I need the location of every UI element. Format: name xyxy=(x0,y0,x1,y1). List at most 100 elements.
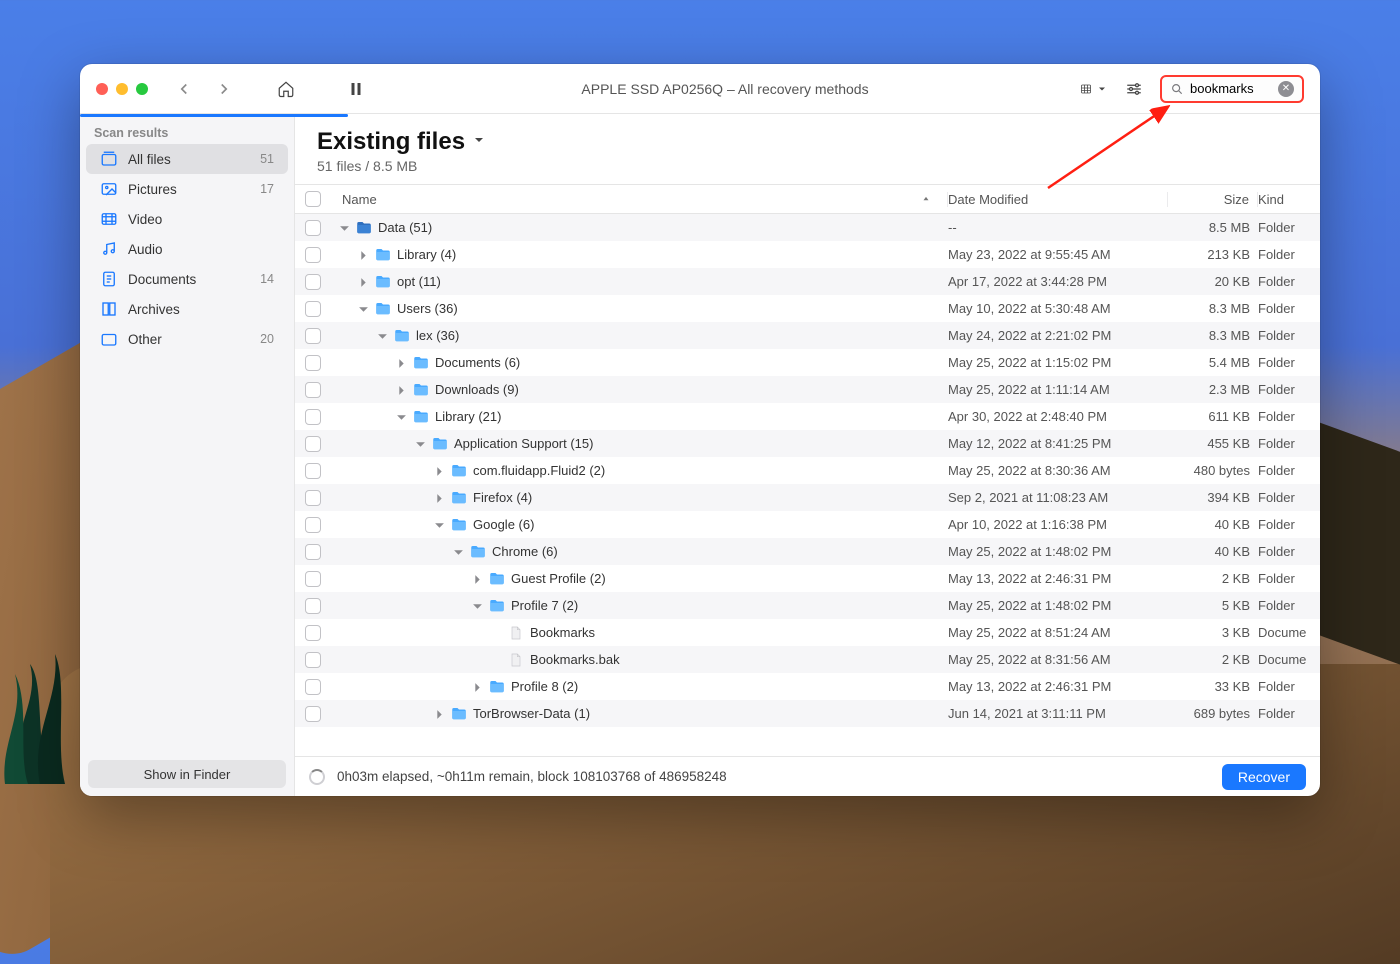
filter-settings-button[interactable] xyxy=(1120,75,1148,103)
column-date[interactable]: Date Modified xyxy=(948,192,1168,207)
table-row[interactable]: Library (4) May 23, 2022 at 9:55:45 AM 2… xyxy=(295,241,1320,268)
fullscreen-window-button[interactable] xyxy=(136,83,148,95)
disclosure-toggle[interactable] xyxy=(472,600,483,611)
sidebar-item-all-files[interactable]: All files 51 xyxy=(86,144,288,174)
title-dropdown[interactable] xyxy=(471,132,487,153)
folder-icon xyxy=(412,408,430,426)
table-row[interactable]: Data (51) -- 8.5 MB Folder xyxy=(295,214,1320,241)
disclosure-toggle[interactable] xyxy=(396,384,407,395)
row-checkbox[interactable] xyxy=(305,355,321,371)
table-row[interactable]: Downloads (9) May 25, 2022 at 1:11:14 AM… xyxy=(295,376,1320,403)
table-row[interactable]: opt (11) Apr 17, 2022 at 3:44:28 PM 20 K… xyxy=(295,268,1320,295)
forward-button[interactable] xyxy=(210,75,238,103)
disclosure-toggle[interactable] xyxy=(453,546,464,557)
pause-button[interactable] xyxy=(342,75,370,103)
row-checkbox[interactable] xyxy=(305,625,321,641)
table-row[interactable]: Users (36) May 10, 2022 at 5:30:48 AM 8.… xyxy=(295,295,1320,322)
sidebar-item-other[interactable]: Other 20 xyxy=(86,324,288,354)
sidebar-item-count: 20 xyxy=(260,332,274,346)
table-row[interactable]: TorBrowser-Data (1) Jun 14, 2021 at 3:11… xyxy=(295,700,1320,727)
disclosure-toggle[interactable] xyxy=(434,519,445,530)
sidebar-item-label: All files xyxy=(128,152,250,167)
row-checkbox[interactable] xyxy=(305,652,321,668)
disclosure-toggle[interactable] xyxy=(377,330,388,341)
disclosure-toggle[interactable] xyxy=(396,357,407,368)
minimize-window-button[interactable] xyxy=(116,83,128,95)
column-name[interactable]: Name xyxy=(339,192,948,207)
row-checkbox[interactable] xyxy=(305,220,321,236)
disclosure-toggle[interactable] xyxy=(358,303,369,314)
row-checkbox[interactable] xyxy=(305,517,321,533)
disclosure-toggle[interactable] xyxy=(434,492,445,503)
sidebar-item-pictures[interactable]: Pictures 17 xyxy=(86,174,288,204)
recover-button[interactable]: Recover xyxy=(1222,764,1306,790)
column-size[interactable]: Size xyxy=(1168,192,1258,207)
disclosure-toggle[interactable] xyxy=(472,681,483,692)
disclosure-toggle[interactable] xyxy=(472,573,483,584)
close-window-button[interactable] xyxy=(96,83,108,95)
table-row[interactable]: Application Support (15) May 12, 2022 at… xyxy=(295,430,1320,457)
row-checkbox[interactable] xyxy=(305,463,321,479)
row-checkbox[interactable] xyxy=(305,544,321,560)
row-name: Downloads (9) xyxy=(435,382,519,397)
table-row[interactable]: Chrome (6) May 25, 2022 at 1:48:02 PM 40… xyxy=(295,538,1320,565)
disclosure-toggle[interactable] xyxy=(396,411,407,422)
row-name: Google (6) xyxy=(473,517,534,532)
row-name: Bookmarks.bak xyxy=(530,652,620,667)
view-mode-button[interactable] xyxy=(1080,75,1108,103)
image-icon xyxy=(100,180,118,198)
clear-search-button[interactable]: ✕ xyxy=(1278,81,1294,97)
row-checkbox[interactable] xyxy=(305,571,321,587)
show-in-finder-button[interactable]: Show in Finder xyxy=(88,760,286,788)
home-button[interactable] xyxy=(272,75,300,103)
search-field[interactable]: ✕ xyxy=(1160,75,1304,103)
row-checkbox[interactable] xyxy=(305,328,321,344)
row-checkbox[interactable] xyxy=(305,679,321,695)
row-checkbox[interactable] xyxy=(305,382,321,398)
disclosure-toggle[interactable] xyxy=(358,249,369,260)
row-checkbox[interactable] xyxy=(305,247,321,263)
table-row[interactable]: Bookmarks.bak May 25, 2022 at 8:31:56 AM… xyxy=(295,646,1320,673)
folder-icon xyxy=(374,273,392,291)
row-kind: Folder xyxy=(1258,355,1320,370)
row-checkbox[interactable] xyxy=(305,301,321,317)
sidebar-item-archives[interactable]: Archives xyxy=(86,294,288,324)
row-date: May 25, 2022 at 1:11:14 AM xyxy=(948,382,1168,397)
disclosure-toggle[interactable] xyxy=(358,276,369,287)
row-checkbox[interactable] xyxy=(305,598,321,614)
row-kind: Folder xyxy=(1258,274,1320,289)
column-kind[interactable]: Kind xyxy=(1258,192,1320,207)
table-row[interactable]: Library (21) Apr 30, 2022 at 2:48:40 PM … xyxy=(295,403,1320,430)
row-checkbox[interactable] xyxy=(305,274,321,290)
disclosure-toggle[interactable] xyxy=(434,708,445,719)
disclosure-toggle[interactable] xyxy=(434,465,445,476)
row-date: May 25, 2022 at 8:51:24 AM xyxy=(948,625,1168,640)
table-row[interactable]: Firefox (4) Sep 2, 2021 at 11:08:23 AM 3… xyxy=(295,484,1320,511)
row-date: May 13, 2022 at 2:46:31 PM xyxy=(948,679,1168,694)
table-row[interactable]: Profile 7 (2) May 25, 2022 at 1:48:02 PM… xyxy=(295,592,1320,619)
back-button[interactable] xyxy=(170,75,198,103)
row-name: TorBrowser-Data (1) xyxy=(473,706,590,721)
sidebar-item-documents[interactable]: Documents 14 xyxy=(86,264,288,294)
folder-icon xyxy=(374,246,392,264)
folder-icon xyxy=(412,354,430,372)
row-checkbox[interactable] xyxy=(305,490,321,506)
table-row[interactable]: Profile 8 (2) May 13, 2022 at 2:46:31 PM… xyxy=(295,673,1320,700)
table-row[interactable]: lex (36) May 24, 2022 at 2:21:02 PM 8.3 … xyxy=(295,322,1320,349)
table-row[interactable]: Google (6) Apr 10, 2022 at 1:16:38 PM 40… xyxy=(295,511,1320,538)
row-checkbox[interactable] xyxy=(305,436,321,452)
select-all-checkbox[interactable] xyxy=(305,191,321,207)
disclosure-toggle[interactable] xyxy=(415,438,426,449)
row-name: Application Support (15) xyxy=(454,436,593,451)
table-row[interactable]: Documents (6) May 25, 2022 at 1:15:02 PM… xyxy=(295,349,1320,376)
disclosure-toggle[interactable] xyxy=(339,222,350,233)
row-checkbox[interactable] xyxy=(305,706,321,722)
table-row[interactable]: Bookmarks May 25, 2022 at 8:51:24 AM 3 K… xyxy=(295,619,1320,646)
table-row[interactable]: Guest Profile (2) May 13, 2022 at 2:46:3… xyxy=(295,565,1320,592)
search-input[interactable] xyxy=(1190,81,1272,96)
row-kind: Folder xyxy=(1258,544,1320,559)
table-row[interactable]: com.fluidapp.Fluid2 (2) May 25, 2022 at … xyxy=(295,457,1320,484)
sidebar-item-audio[interactable]: Audio xyxy=(86,234,288,264)
sidebar-item-video[interactable]: Video xyxy=(86,204,288,234)
row-checkbox[interactable] xyxy=(305,409,321,425)
